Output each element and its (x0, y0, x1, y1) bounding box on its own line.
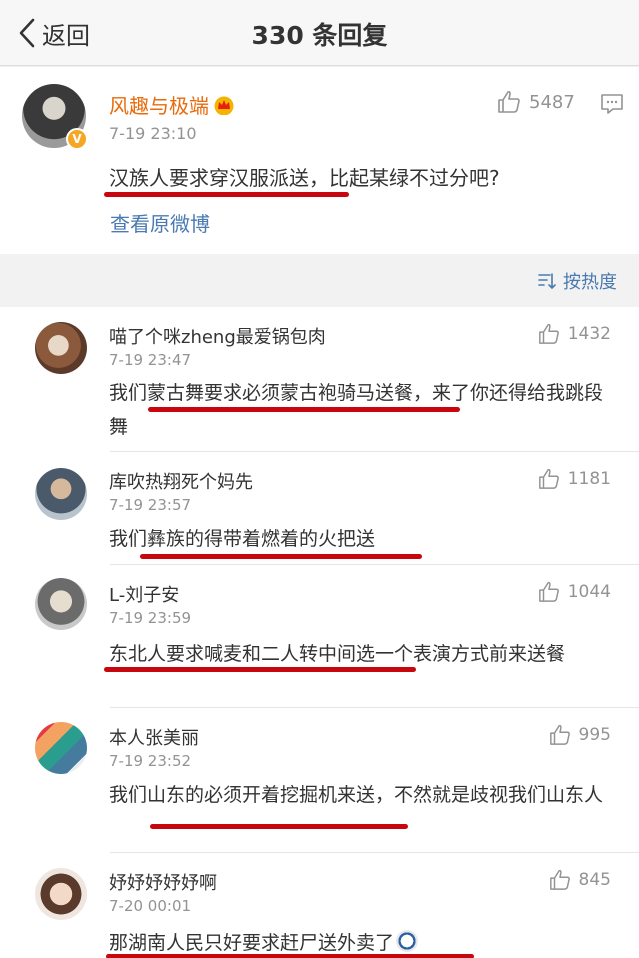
page-title: 330 条回复 (251, 21, 388, 50)
comment-item: 喵了个咪zheng最爱锅包肉 7-19 23:47 1432 我们蒙古舞要求必须… (0, 307, 639, 452)
comment-time: 7-19 23:47 (109, 351, 192, 369)
post-like-count: 5487 (529, 91, 575, 113)
comment-text: 我们山东的必须开着挖掘机来送，不然就是歧视我们山东人 (109, 784, 604, 806)
avatar[interactable] (35, 868, 87, 920)
comment-item: 本人张美丽 7-19 23:52 995 我们山东的必须开着挖掘机来送，不然就是… (0, 708, 639, 853)
thumbs-up-icon (549, 869, 570, 890)
comment-like-count: 1044 (567, 582, 611, 602)
sort-bar: 按热度 (0, 254, 639, 307)
comment-like-button[interactable]: 995 (549, 724, 611, 746)
post-time: 7-19 23:10 (109, 124, 197, 143)
thumbs-up-icon (538, 468, 559, 489)
thumbs-up-icon (538, 581, 559, 602)
view-original-link[interactable]: 查看原微博 (110, 208, 210, 237)
sort-icon (538, 273, 556, 289)
comment-author[interactable]: 本人张美丽 (109, 724, 199, 750)
highlight-underline (106, 954, 474, 958)
comment-item: L-刘子安 7-19 23:59 1044 东北人要求喊麦和二人转中间选一个表演… (0, 565, 639, 708)
comment-like-button[interactable]: 1432 (538, 323, 611, 345)
comment-time: 7-19 23:52 (109, 752, 192, 770)
comment-like-button[interactable]: 1044 (538, 581, 611, 603)
comment-item: 库吹热翔死个妈先 7-19 23:57 1181 我们彝族的得带着燃着的火把送 (0, 452, 639, 565)
crown-icon (214, 96, 234, 115)
post-author[interactable]: 风趣与极端 (109, 90, 235, 119)
post-text: 汉族人要求穿汉服派送，比起某绿不过分吧? (109, 166, 500, 190)
avatar[interactable] (35, 578, 87, 630)
comment-time: 7-19 23:57 (109, 496, 192, 514)
comment-author[interactable]: 库吹热翔死个妈先 (109, 468, 253, 494)
post-author-name: 风趣与极端 (109, 94, 209, 118)
comment-time: 7-19 23:59 (109, 609, 192, 627)
navigation-bar: 返回 330 条回复 (0, 0, 639, 66)
sort-by-hot-button[interactable]: 按热度 (537, 268, 617, 294)
thumbs-up-icon (549, 724, 570, 745)
comment-like-count: 845 (578, 870, 611, 890)
post-like-button[interactable]: 5487 (497, 90, 575, 114)
comment-like-button[interactable]: 845 (549, 869, 611, 891)
thumbs-up-icon (538, 323, 559, 344)
comment-like-count: 1181 (567, 469, 611, 489)
emoji-icon (396, 930, 419, 952)
verified-badge-icon: V (66, 128, 88, 150)
highlight-underline (150, 824, 408, 829)
comment-like-count: 995 (578, 725, 611, 745)
avatar[interactable] (35, 722, 87, 774)
highlight-underline (140, 554, 422, 559)
thumbs-up-icon (498, 90, 520, 113)
main-post: V 风趣与极端 7-19 23:10 5487 汉族人要求穿汉服派送，比起某绿不… (0, 67, 639, 254)
highlight-underline (104, 192, 349, 197)
comment-icon[interactable] (600, 93, 624, 115)
comment-like-count: 1432 (567, 324, 611, 344)
comment-time: 7-20 00:01 (109, 897, 192, 915)
comment-item: 妤妤妤妤妤啊 7-20 00:01 845 那湖南人民只好要求赶尸送外卖了 (0, 853, 639, 958)
avatar[interactable] (35, 322, 87, 374)
comment-list: 喵了个咪zheng最爱锅包肉 7-19 23:47 1432 我们蒙古舞要求必须… (0, 307, 639, 958)
comment-author[interactable]: 喵了个咪zheng最爱锅包肉 (109, 323, 326, 349)
highlight-underline (104, 667, 416, 672)
sort-label: 按热度 (563, 272, 617, 293)
comment-author[interactable]: 妤妤妤妤妤啊 (109, 869, 217, 895)
comment-author[interactable]: L-刘子安 (109, 581, 179, 607)
comment-like-button[interactable]: 1181 (538, 468, 611, 490)
avatar[interactable] (35, 468, 87, 520)
comment-text: 我们彝族的得带着燃着的火把送 (109, 528, 376, 550)
comment-text: 东北人要求喊麦和二人转中间选一个表演方式前来送餐 (109, 643, 566, 665)
comment-text-content: 那湖南人民只好要求赶尸送外卖了 (109, 932, 395, 954)
highlight-underline (148, 407, 460, 412)
